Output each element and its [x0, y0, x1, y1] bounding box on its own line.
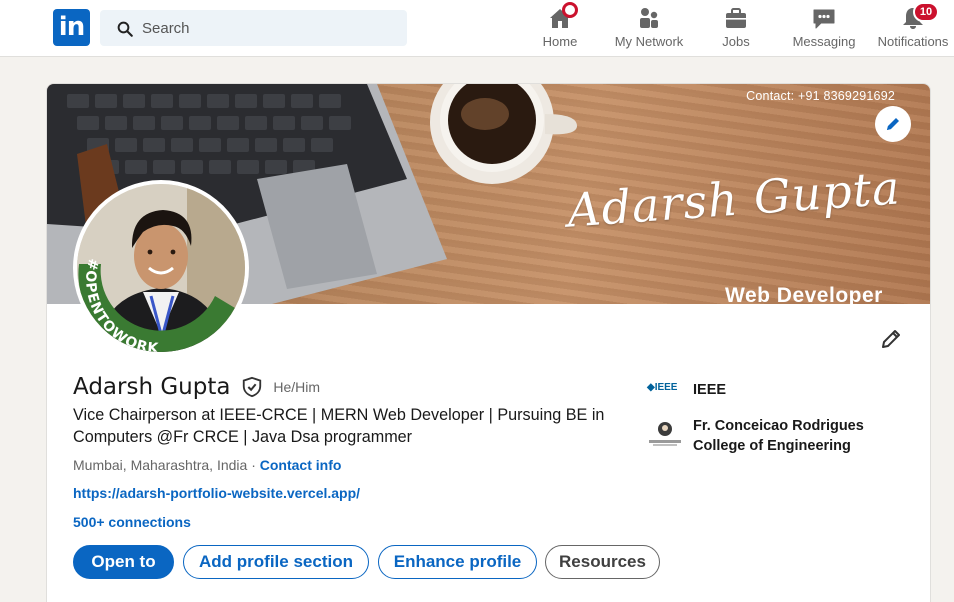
contact-info-link[interactable]: Contact info [260, 457, 342, 473]
nav-home[interactable]: Home [531, 2, 589, 52]
profile-photo[interactable]: #OPENTOWORK [73, 180, 249, 356]
open-to-work-ring: #OPENTOWORK [78, 257, 235, 352]
profile-name: Adarsh Gupta [73, 374, 231, 400]
name-row: Adarsh Gupta He/Him [73, 374, 320, 404]
website-link[interactable]: https://adarsh-portfolio-website.vercel.… [73, 485, 360, 501]
top-nav: in Home My Network Jobs [0, 0, 954, 57]
network-icon [640, 8, 658, 28]
pronouns: He/Him [273, 379, 321, 395]
location: Mumbai, Maharashtra, India [73, 457, 248, 473]
org-name: IEEE [693, 382, 727, 398]
nav-messaging[interactable]: Messaging [789, 6, 859, 52]
nav-label: Jobs [722, 34, 750, 49]
profile-headline: Vice Chairperson at IEEE-CRCE | MERN Web… [73, 406, 605, 446]
org-ieee[interactable]: ◆IEEE IEEE [647, 380, 907, 404]
pencil-icon [887, 118, 899, 130]
resources-button[interactable]: Resources [545, 545, 660, 579]
verified-shield-icon[interactable] [241, 376, 263, 398]
enhance-profile-button[interactable]: Enhance profile [378, 545, 537, 579]
search-icon [117, 21, 133, 37]
search-bar[interactable] [100, 10, 407, 46]
home-notification-dot [562, 2, 578, 18]
ieee-logo: ◆IEEE [647, 382, 678, 393]
nav-notifications[interactable]: 10 Notifications [873, 2, 953, 52]
search-input[interactable] [142, 16, 392, 40]
college-logo [647, 418, 683, 448]
edit-intro-pencil-icon[interactable] [879, 327, 903, 351]
org-college[interactable]: Fr. Conceicao Rodrigues College of Engin… [647, 416, 907, 460]
chat-icon [813, 9, 835, 29]
add-profile-section-button[interactable]: Add profile section [183, 545, 369, 579]
briefcase-icon [726, 8, 746, 28]
org-name-line2: College of Engineering [693, 438, 851, 454]
connections-link[interactable]: 500+ connections [73, 514, 191, 530]
linkedin-logo[interactable]: in [53, 9, 90, 46]
open-to-button[interactable]: Open to [73, 545, 174, 579]
org-name: Fr. Conceicao Rodrigues [693, 418, 864, 434]
notification-count-badge: 10 [913, 2, 939, 22]
banner-contact: Contact: +91 8369291692 [746, 89, 895, 103]
banner-subtitle: Web Developer [725, 284, 883, 304]
coffee-cup-image [430, 84, 577, 184]
location-row: Mumbai, Maharashtra, India · Contact inf… [73, 457, 341, 473]
nav-label: Home [542, 34, 578, 49]
nav-label: Notifications [877, 34, 949, 49]
separator: · [247, 457, 260, 473]
edit-banner-button[interactable] [875, 106, 911, 142]
profile-card: Contact: +91 8369291692 Adarsh Gupta Web… [46, 83, 931, 602]
nav-my-network[interactable]: My Network [607, 6, 691, 52]
nav-label: My Network [614, 34, 684, 49]
nav-label: Messaging [792, 34, 856, 49]
nav-jobs[interactable]: Jobs [712, 6, 760, 52]
